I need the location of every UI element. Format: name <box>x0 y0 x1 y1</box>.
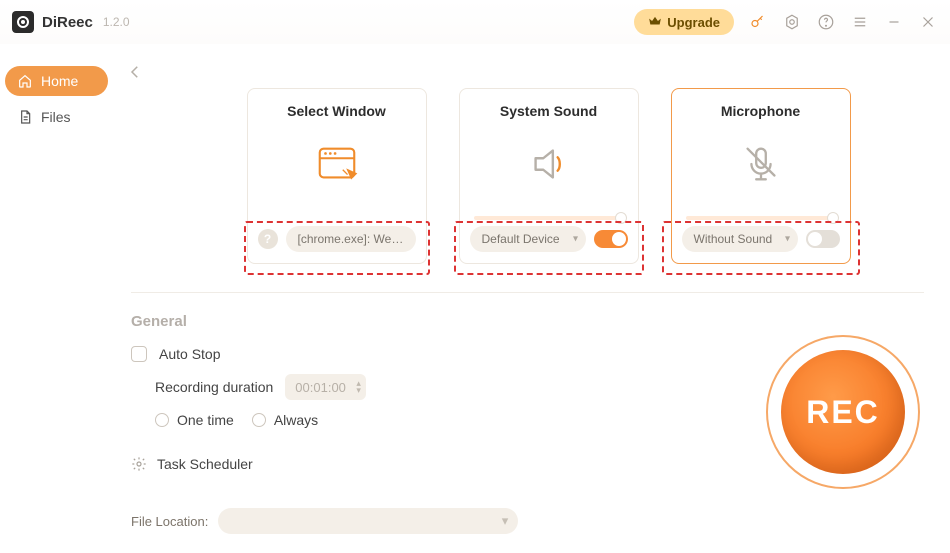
card-title: Select Window <box>287 103 386 119</box>
key-icon[interactable] <box>748 12 768 32</box>
upgrade-label: Upgrade <box>667 15 720 30</box>
sidebar-item-home[interactable]: Home <box>5 66 108 96</box>
task-scheduler-label: Task Scheduler <box>157 456 253 472</box>
sidebar-item-files[interactable]: Files <box>5 102 108 132</box>
help-icon[interactable] <box>816 12 836 32</box>
main-panel: Select Window ? [chrome.exe]: We… System… <box>113 44 950 553</box>
source-cards: Select Window ? [chrome.exe]: We… System… <box>173 88 924 264</box>
card-system-sound[interactable]: System Sound Default Device ▾ <box>459 88 639 264</box>
always-radio[interactable] <box>252 413 266 427</box>
chevron-down-icon: ▾ <box>502 513 509 529</box>
card-microphone[interactable]: Microphone Without Sound ▾ <box>671 88 851 264</box>
record-label: REC <box>806 394 880 431</box>
mic-off-icon <box>738 141 784 187</box>
gear-icon <box>131 456 147 472</box>
sidebar-item-label: Files <box>41 109 71 125</box>
app-name: DiReec <box>42 14 93 31</box>
mic-volume-slider[interactable] <box>686 216 836 220</box>
always-label: Always <box>274 412 318 428</box>
highlight-box-mic <box>662 221 860 275</box>
duration-label: Recording duration <box>155 379 273 395</box>
highlight-box-system <box>454 221 644 275</box>
file-location-field[interactable]: ▾ <box>218 508 518 534</box>
stepper-icon: ▴▾ <box>356 380 361 394</box>
app-logo <box>12 11 34 33</box>
home-icon <box>17 73 33 89</box>
duration-field[interactable]: 00:01:00 ▴▾ <box>285 374 366 400</box>
close-icon[interactable] <box>918 12 938 32</box>
highlight-box-window <box>244 221 430 275</box>
onetime-radio[interactable] <box>155 413 169 427</box>
minimize-icon[interactable] <box>884 12 904 32</box>
files-icon <box>17 109 33 125</box>
upgrade-button[interactable]: Upgrade <box>634 9 734 35</box>
speaker-icon <box>526 141 572 187</box>
file-location-label: File Location: <box>131 514 208 529</box>
divider <box>131 292 924 293</box>
autostop-checkbox[interactable] <box>131 346 147 362</box>
onetime-label: One time <box>177 412 234 428</box>
sidebar-item-label: Home <box>41 73 78 89</box>
file-location-row: File Location: ▾ <box>131 508 924 534</box>
back-button[interactable] <box>123 60 147 84</box>
menu-icon[interactable] <box>850 12 870 32</box>
window-icon <box>314 141 360 187</box>
autostop-label: Auto Stop <box>159 346 221 362</box>
titlebar: DiReec 1.2.0 Upgrade <box>0 0 950 44</box>
card-title: System Sound <box>500 103 597 119</box>
card-title: Microphone <box>721 103 800 119</box>
system-volume-slider[interactable] <box>474 216 624 220</box>
settings-hex-icon[interactable] <box>782 12 802 32</box>
record-button[interactable]: REC <box>766 335 920 489</box>
crown-icon <box>648 14 662 31</box>
app-version: 1.2.0 <box>103 15 130 29</box>
card-select-window[interactable]: Select Window ? [chrome.exe]: We… <box>247 88 427 264</box>
section-title-general: General <box>131 313 924 330</box>
duration-value: 00:01:00 <box>295 380 346 395</box>
sidebar: Home Files <box>0 44 113 553</box>
